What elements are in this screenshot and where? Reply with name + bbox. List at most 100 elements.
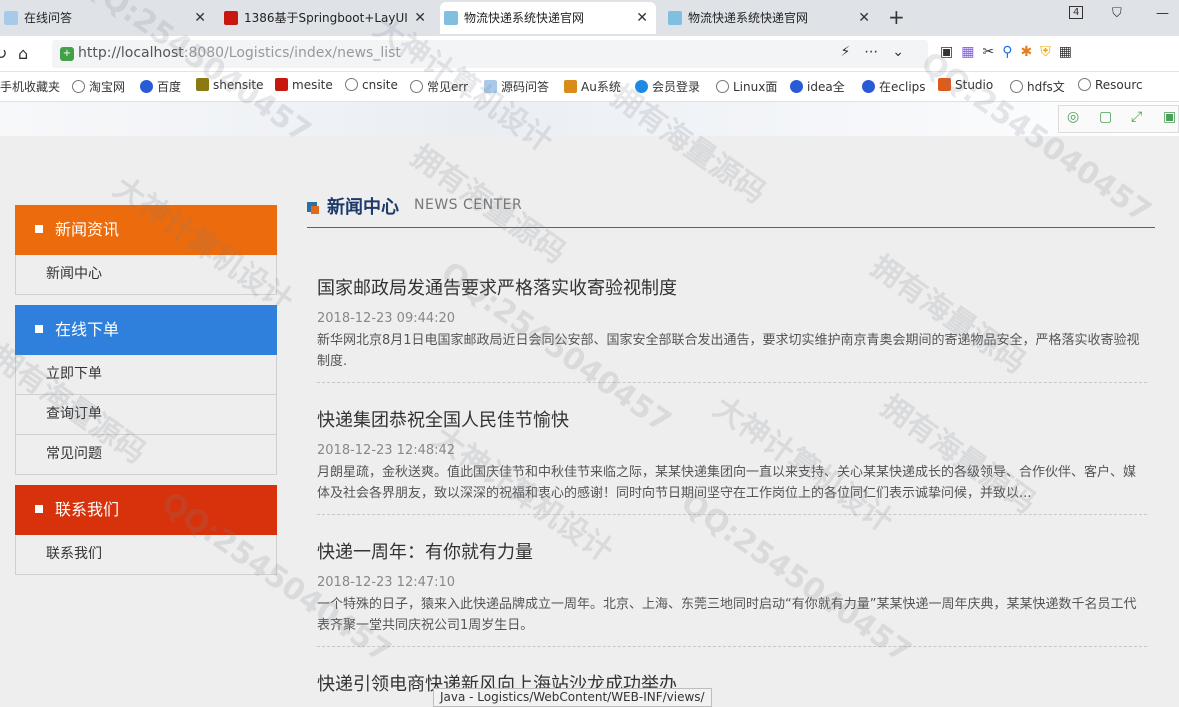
expand-icon[interactable]: ⤢: [1131, 109, 1142, 125]
home-icon[interactable]: ⌂: [18, 44, 28, 63]
refresh-icon[interactable]: ↻: [0, 44, 7, 63]
bookmark-item[interactable]: hdfs文: [1010, 78, 1065, 95]
minimize-icon[interactable]: —: [1156, 6, 1169, 21]
site-banner: [0, 102, 1179, 136]
tab-label: 物流快递系统快递官网: [464, 11, 585, 25]
bookmark-item[interactable]: 源码问答: [484, 78, 549, 95]
new-tab-icon[interactable]: +: [888, 4, 905, 30]
browser-tab-4[interactable]: 物流快递系统快递官网 ✕: [664, 2, 878, 34]
globe-icon: [1010, 80, 1023, 93]
browser-tab-3[interactable]: 物流快递系统快递官网 ✕: [440, 2, 656, 34]
news-title[interactable]: 快递集团恭祝全国人民佳节愉快: [317, 408, 1147, 434]
sidebar: 新闻资讯 新闻中心 在线下单 立即下单 查询订单 常见问题 联系我们 联系我们: [15, 205, 277, 575]
news-date: 2018-12-23 12:47:10: [317, 575, 456, 590]
sidebar-item-contact-us[interactable]: 联系我们: [15, 535, 277, 575]
site-icon: [564, 80, 577, 93]
page-tool-strip: ◎ ▢ ⤢ ▣: [1058, 105, 1179, 133]
bookmark-item[interactable]: mesite: [275, 78, 333, 92]
scissors-icon[interactable]: ✂: [982, 44, 1002, 60]
browser-tab-2[interactable]: 1386基于Springboot+LayUI ✕: [220, 2, 434, 34]
tab-favicon-icon: [444, 11, 458, 25]
news-item: 国家邮政局发通告要求严格落实收寄验视制度 2018-12-23 09:44:20…: [317, 276, 1147, 383]
news-summary: 新华网北京8月1日电国家邮政局近日会同公安部、国家安全部联合发出通告，要求切实维…: [317, 333, 1140, 369]
bookmark-item[interactable]: 常见err: [410, 78, 468, 95]
bookmark-item[interactable]: Resourc: [1078, 78, 1143, 92]
bookmark-item[interactable]: cnsite: [345, 78, 398, 92]
paw-icon: [140, 80, 153, 93]
game-icon[interactable]: ✱: [1020, 44, 1040, 60]
close-icon[interactable]: ✕: [636, 2, 648, 34]
news-item: 快递集团恭祝全国人民佳节愉快 2018-12-23 12:48:42 月朗星疏，…: [317, 408, 1147, 515]
close-icon[interactable]: ✕: [858, 2, 870, 34]
capture-icon[interactable]: ◎: [1067, 109, 1079, 125]
bookmark-item[interactable]: 百度: [140, 78, 181, 95]
bookmark-item[interactable]: Au系统: [564, 78, 621, 95]
bookmark-item[interactable]: 淘宝网: [72, 78, 125, 95]
bookmark-item[interactable]: 在eclips: [862, 78, 926, 95]
status-bar: Java - Logistics/WebContent/WEB-INF/view…: [433, 688, 712, 707]
paw-icon: [862, 80, 875, 93]
paw-icon: [790, 80, 803, 93]
news-title[interactable]: 快递一周年：有你就有力量: [317, 540, 1147, 566]
news-title[interactable]: 国家邮政局发通告要求严格落实收寄验视制度: [317, 276, 1147, 302]
page-title: 新闻中心: [327, 197, 399, 218]
copy-icon[interactable]: ▢: [1099, 109, 1112, 125]
screen-icon[interactable]: ▣: [1163, 109, 1176, 125]
sidebar-section-order: 在线下单: [15, 305, 277, 355]
url-action-icons[interactable]: ⚡⋯⌄: [840, 44, 918, 60]
page-subtitle: NEWS CENTER: [414, 197, 523, 213]
globe-icon: [345, 78, 358, 91]
sidebar-item-place-order[interactable]: 立即下单: [15, 355, 277, 395]
sidebar-section-contact: 联系我们: [15, 485, 277, 535]
tab-favicon-icon: [224, 11, 238, 25]
site-icon: [196, 78, 209, 91]
bookmark-item[interactable]: Linux面: [716, 78, 777, 95]
bookmark-item[interactable]: 手机收藏夹: [0, 78, 60, 95]
news-item: 快递一周年：有你就有力量 2018-12-23 12:47:10 一个特殊的日子…: [317, 540, 1147, 647]
bookmark-item[interactable]: shensite: [196, 78, 264, 92]
sidebar-section-news: 新闻资讯: [15, 205, 277, 255]
tab-count-badge[interactable]: 4: [1069, 6, 1084, 19]
square-icon: [35, 225, 43, 233]
url-input[interactable]: + http://localhost:8080/Logistics/index/…: [52, 40, 928, 68]
sidebar-item-query-order[interactable]: 查询订单: [15, 395, 277, 435]
sidebar-item-faq[interactable]: 常见问题: [15, 435, 277, 475]
tab-favicon-icon: [668, 11, 682, 25]
news-summary: 月朗星疏，金秋送爽。值此国庆佳节和中秋佳节来临之际，某某快递集团向一直以来支持、…: [317, 465, 1137, 501]
site-icon: [484, 80, 497, 93]
globe-icon: [410, 80, 423, 93]
tab-label: 1386基于Springboot+LayUI: [244, 11, 408, 25]
browser-tab-1[interactable]: 在线问答 ✕: [0, 2, 214, 34]
section-header: 新闻中心 NEWS CENTER: [307, 190, 1155, 228]
bookmark-item[interactable]: 会员登录: [635, 78, 700, 95]
tab-label: 在线问答: [24, 11, 73, 25]
apps-icon[interactable]: ▦: [1059, 44, 1080, 60]
news-date: 2018-12-23 09:44:20: [317, 311, 456, 326]
tab-favicon-icon: [4, 11, 18, 25]
sidebar-item-news-center[interactable]: 新闻中心: [15, 255, 277, 295]
bookmark-item[interactable]: Studio: [938, 78, 993, 92]
globe-icon: [72, 80, 85, 93]
news-summary: 一个特殊的日子，猿来入此快递品牌成立一周年。北京、上海、东莞三地同时启动“有你就…: [317, 597, 1137, 633]
bookmark-item[interactable]: idea全: [790, 78, 845, 95]
extension-icons[interactable]: ▣▦✂⚲✱⛨▦: [940, 44, 1080, 60]
search-icon[interactable]: ⚲: [1002, 44, 1020, 60]
reader-icon[interactable]: ▣: [940, 44, 961, 60]
url-text: http://localhost:8080/Logistics/index/ne…: [78, 45, 401, 61]
site-icon: [938, 78, 951, 91]
news-date: 2018-12-23 12:48:42: [317, 443, 456, 458]
shield-icon[interactable]: ⛨: [1040, 44, 1059, 60]
site-icon: [275, 78, 288, 91]
square-icon: [35, 325, 43, 333]
close-icon[interactable]: ✕: [194, 2, 206, 34]
shirt-icon[interactable]: ⛉: [1112, 6, 1122, 21]
news-main: 新闻中心 NEWS CENTER 国家邮政局发通告要求严格落实收寄验视制度 20…: [307, 190, 1155, 695]
tab-label: 物流快递系统快递官网: [688, 11, 809, 25]
secure-icon: +: [60, 47, 74, 61]
bookmarks-bar: 手机收藏夹 淘宝网 百度 shensite mesite cnsite 常见er…: [0, 72, 1179, 102]
close-icon[interactable]: ✕: [414, 2, 426, 34]
translate-icon[interactable]: ▦: [961, 44, 982, 60]
globe-icon: [1078, 78, 1091, 91]
cloud-icon: [635, 80, 648, 93]
globe-icon: [716, 80, 729, 93]
